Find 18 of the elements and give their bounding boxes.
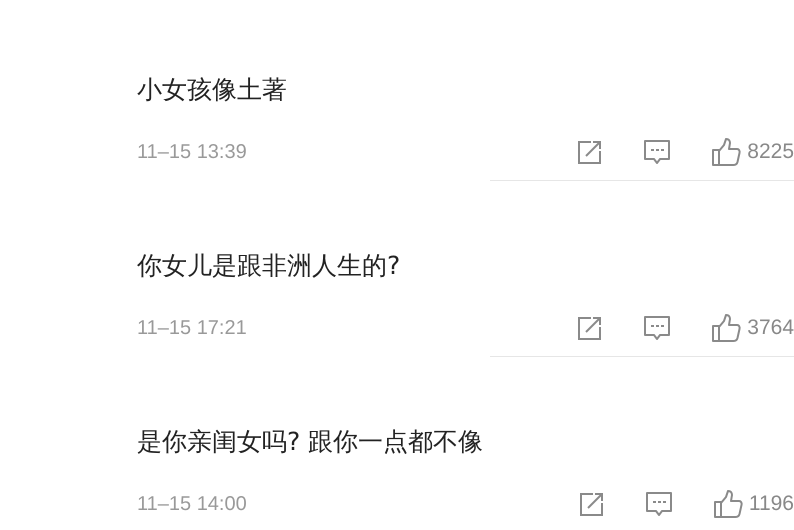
comment-text: 小女孩像土著 xyxy=(137,74,288,106)
comment-time: 11–15 13:39 xyxy=(137,140,247,164)
comment-icon[interactable] xyxy=(643,314,672,342)
like-count: 3764 xyxy=(747,316,794,340)
thumbs-up-icon[interactable] xyxy=(711,313,742,343)
comment-text: 你女儿是跟非洲人生的? xyxy=(137,250,402,282)
share-icon[interactable] xyxy=(578,491,605,517)
like-count: 1196 xyxy=(748,492,794,516)
thumbs-up-icon[interactable] xyxy=(712,489,743,519)
thumbs-up-icon[interactable] xyxy=(711,137,742,167)
comment-text: 是你亲闺女吗? 跟你一点都不像 xyxy=(137,426,484,458)
share-icon[interactable] xyxy=(577,315,604,341)
share-icon[interactable] xyxy=(577,139,604,165)
comment-time: 11–15 14:00 xyxy=(137,492,247,516)
comment-time: 11–15 17:21 xyxy=(137,316,247,340)
comment-icon[interactable] xyxy=(643,138,672,166)
like-count: 8225 xyxy=(747,140,794,164)
comment-icon[interactable] xyxy=(644,490,673,518)
